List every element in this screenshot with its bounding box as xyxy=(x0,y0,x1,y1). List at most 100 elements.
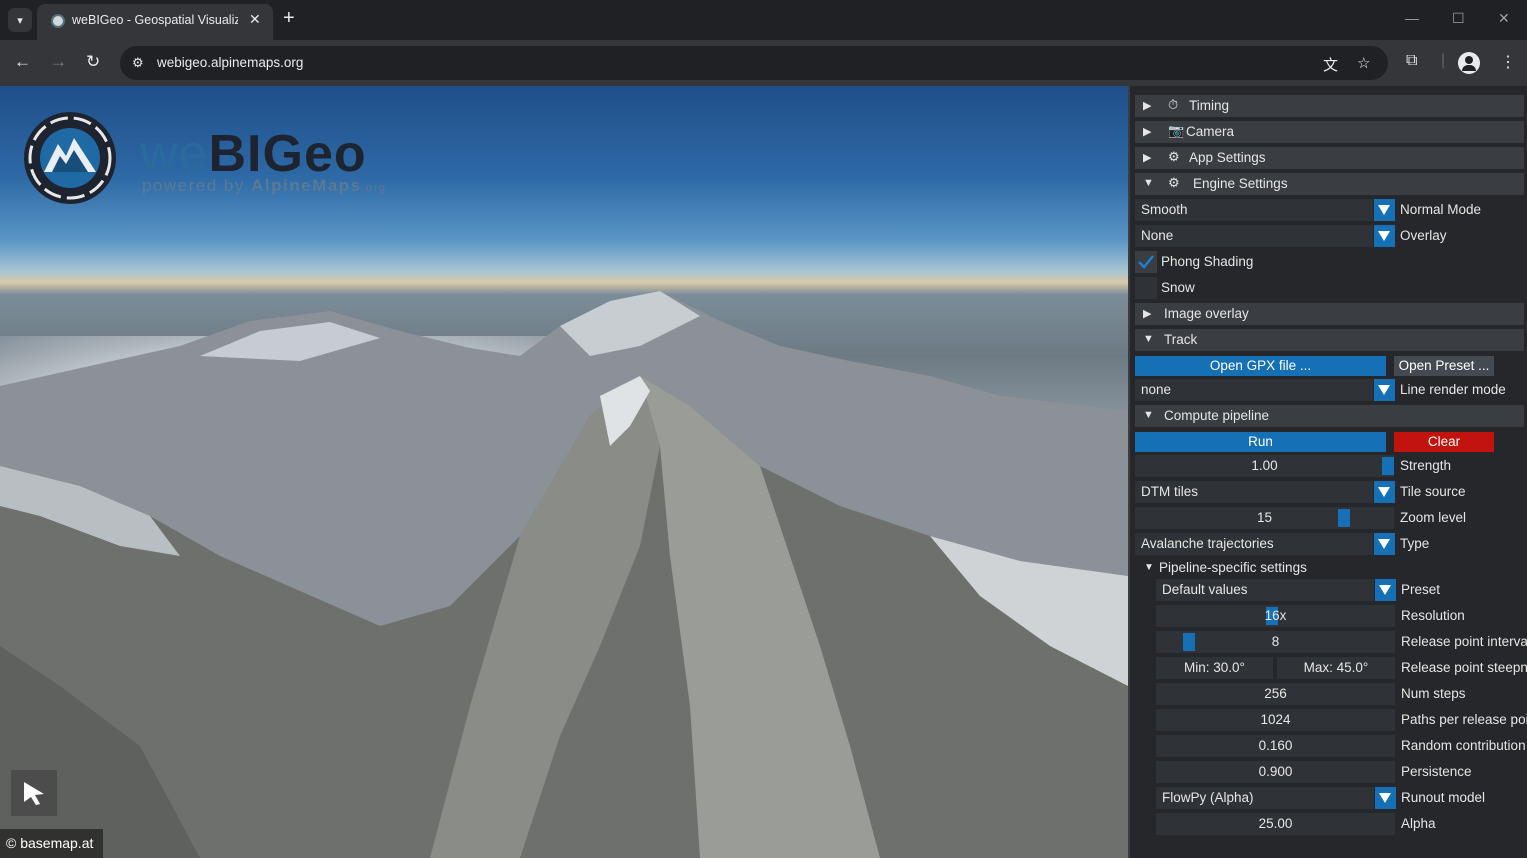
section-image-overlay[interactable]: ▶ Image overlay xyxy=(1135,303,1524,325)
reload-icon[interactable]: ↻ xyxy=(86,52,100,72)
tab-search-dropdown-icon[interactable]: ▾ xyxy=(8,8,32,32)
strength-slider[interactable]: 1.00 xyxy=(1135,455,1394,477)
release-point-interval-label: Release point interval xyxy=(1401,634,1527,649)
snow-label: Snow xyxy=(1161,280,1195,295)
browser-toolbar: ← → ↻ ⚙ webigeo.alpinemaps.org 文 ☆ ⧉ | ⋮ xyxy=(0,40,1527,86)
runout-model-label: Runout model xyxy=(1401,790,1486,805)
collapsed-triangle-icon: ▶ xyxy=(1143,152,1152,164)
overlay-label: Overlay xyxy=(1400,228,1447,243)
minimize-icon[interactable]: — xyxy=(1405,10,1419,26)
expanded-triangle-icon: ▼ xyxy=(1143,333,1154,345)
window-close-icon[interactable]: ✕ xyxy=(1498,10,1510,27)
site-info-icon[interactable]: ⚙ xyxy=(132,55,144,71)
forward-arrow-icon[interactable]: → xyxy=(50,52,67,72)
profile-avatar-icon[interactable] xyxy=(1458,52,1480,74)
num-steps-label: Num steps xyxy=(1401,686,1466,701)
resolution-slider[interactable]: 16x xyxy=(1156,605,1395,627)
line-render-mode-label: Line render mode xyxy=(1400,382,1506,397)
preset-label: Preset xyxy=(1401,582,1441,597)
overlay-dropdown-icon[interactable] xyxy=(1374,225,1395,247)
runout-model-dropdown-icon[interactable] xyxy=(1375,787,1396,809)
persistence-field[interactable]: 0.900 xyxy=(1156,761,1395,783)
run-button[interactable]: Run xyxy=(1135,432,1386,452)
random-contribution-label: Random contribution xyxy=(1401,738,1526,753)
gears-icon: ⚙ xyxy=(1168,175,1180,190)
collapsed-triangle-icon: ▶ xyxy=(1143,100,1152,112)
checkmark-icon xyxy=(1138,255,1154,269)
strength-label: Strength xyxy=(1400,458,1452,473)
tile-source-select[interactable]: DTM tiles xyxy=(1135,481,1373,503)
collapsed-triangle-icon: ▶ xyxy=(1143,126,1152,138)
browser-tab-bar: ▾ weBIGeo - Geospatial Visualization ✕ +… xyxy=(0,0,1527,40)
pipeline-type-select[interactable]: Avalanche trajectories xyxy=(1135,533,1373,555)
section-camera[interactable]: ▶ 📷 Camera xyxy=(1135,121,1524,143)
expanded-triangle-icon: ▼ xyxy=(1143,177,1154,189)
url-text[interactable]: webigeo.alpinemaps.org xyxy=(157,55,303,70)
logo-title: weBIGeo xyxy=(140,125,367,183)
alpha-label: Alpha xyxy=(1401,816,1436,831)
section-compute-pipeline[interactable]: ▼ Compute pipeline xyxy=(1135,405,1524,427)
preset-select[interactable]: Default values xyxy=(1156,579,1374,601)
stopwatch-icon: ⏱ xyxy=(1168,97,1179,112)
settings-panel: ▶ ⏱ Timing ▶ 📷 Camera ▶ ⚙ App Settings ▼… xyxy=(1128,86,1527,858)
clear-button[interactable]: Clear xyxy=(1394,432,1494,452)
overlay-select[interactable]: None xyxy=(1135,225,1373,247)
menu-kebab-icon[interactable]: ⋮ xyxy=(1500,52,1516,72)
normal-mode-select[interactable]: Smooth xyxy=(1135,199,1373,221)
logo-emblem-icon xyxy=(24,112,116,204)
resolution-label: Resolution xyxy=(1401,608,1465,623)
steepness-max-field[interactable]: Max: 45.0° xyxy=(1277,657,1395,679)
runout-model-select[interactable]: FlowPy (Alpha) xyxy=(1156,787,1374,809)
num-steps-field[interactable]: 256 xyxy=(1156,683,1395,705)
alpha-field[interactable]: 25.00 xyxy=(1156,813,1395,835)
browser-tab[interactable]: weBIGeo - Geospatial Visualization ✕ xyxy=(37,4,273,40)
gear-icon: ⚙ xyxy=(1168,149,1180,164)
bookmark-star-icon[interactable]: ☆ xyxy=(1357,54,1370,72)
section-engine-settings[interactable]: ▼ ⚙ Engine Settings xyxy=(1135,173,1524,195)
zoom-level-slider-handle[interactable] xyxy=(1338,509,1350,527)
line-render-mode-select[interactable]: none xyxy=(1135,379,1373,401)
camera-icon: 📷 xyxy=(1168,123,1185,138)
random-contribution-field[interactable]: 0.160 xyxy=(1156,735,1395,757)
expanded-triangle-icon: ▼ xyxy=(1144,562,1154,573)
open-gpx-button[interactable]: Open GPX file ... xyxy=(1135,356,1386,376)
snow-checkbox[interactable] xyxy=(1135,277,1157,299)
steepness-label: Release point steepness xyxy=(1401,660,1527,675)
release-point-interval-slider[interactable]: 8 xyxy=(1156,631,1395,653)
terrain-mountain-render xyxy=(0,291,1128,858)
translate-icon[interactable]: 文 xyxy=(1323,54,1338,75)
tab-title: weBIGeo - Geospatial Visualization xyxy=(72,13,238,27)
type-label: Type xyxy=(1400,536,1430,551)
paths-per-release-point-field[interactable]: 1024 xyxy=(1156,709,1395,731)
maximize-icon[interactable]: ☐ xyxy=(1452,10,1465,27)
paths-per-release-point-label: Paths per release point xyxy=(1401,712,1527,727)
normal-mode-dropdown-icon[interactable] xyxy=(1374,199,1395,221)
line-render-dropdown-icon[interactable] xyxy=(1374,379,1395,401)
phong-shading-checkbox[interactable] xyxy=(1135,251,1157,273)
open-preset-button[interactable]: Open Preset ... xyxy=(1394,356,1494,376)
section-app-settings[interactable]: ▶ ⚙ App Settings xyxy=(1135,147,1524,169)
phong-shading-label: Phong Shading xyxy=(1161,254,1254,269)
type-dropdown-icon[interactable] xyxy=(1374,533,1395,555)
address-bar[interactable]: ⚙ webigeo.alpinemaps.org 文 ☆ xyxy=(120,46,1388,80)
pointer-arrow-icon xyxy=(24,782,44,805)
back-arrow-icon[interactable]: ← xyxy=(14,52,31,72)
favicon-icon xyxy=(51,14,65,28)
map-3d-viewport[interactable]: weBIGeo powered by AlpineMaps.org © base… xyxy=(0,86,1128,858)
cursor-tool-button[interactable] xyxy=(11,770,57,816)
section-track[interactable]: ▼ Track xyxy=(1135,329,1524,351)
map-attribution[interactable]: © basemap.at xyxy=(0,829,103,858)
section-timing[interactable]: ▶ ⏱ Timing xyxy=(1135,95,1524,117)
normal-mode-label: Normal Mode xyxy=(1400,202,1482,217)
tab-close-icon[interactable]: ✕ xyxy=(249,11,261,28)
strength-slider-handle[interactable] xyxy=(1382,457,1394,475)
logo-subtitle: powered by AlpineMaps.org xyxy=(142,176,387,195)
preset-dropdown-icon[interactable] xyxy=(1375,579,1396,601)
zoom-level-label: Zoom level xyxy=(1400,510,1467,525)
extensions-puzzle-icon[interactable]: ⧉ xyxy=(1406,52,1417,70)
steepness-min-field[interactable]: Min: 30.0° xyxy=(1156,657,1273,679)
new-tab-plus-icon[interactable]: + xyxy=(283,8,295,28)
zoom-level-slider[interactable]: 15 xyxy=(1135,507,1394,529)
tile-source-label: Tile source xyxy=(1400,484,1466,499)
tile-source-dropdown-icon[interactable] xyxy=(1374,481,1395,503)
